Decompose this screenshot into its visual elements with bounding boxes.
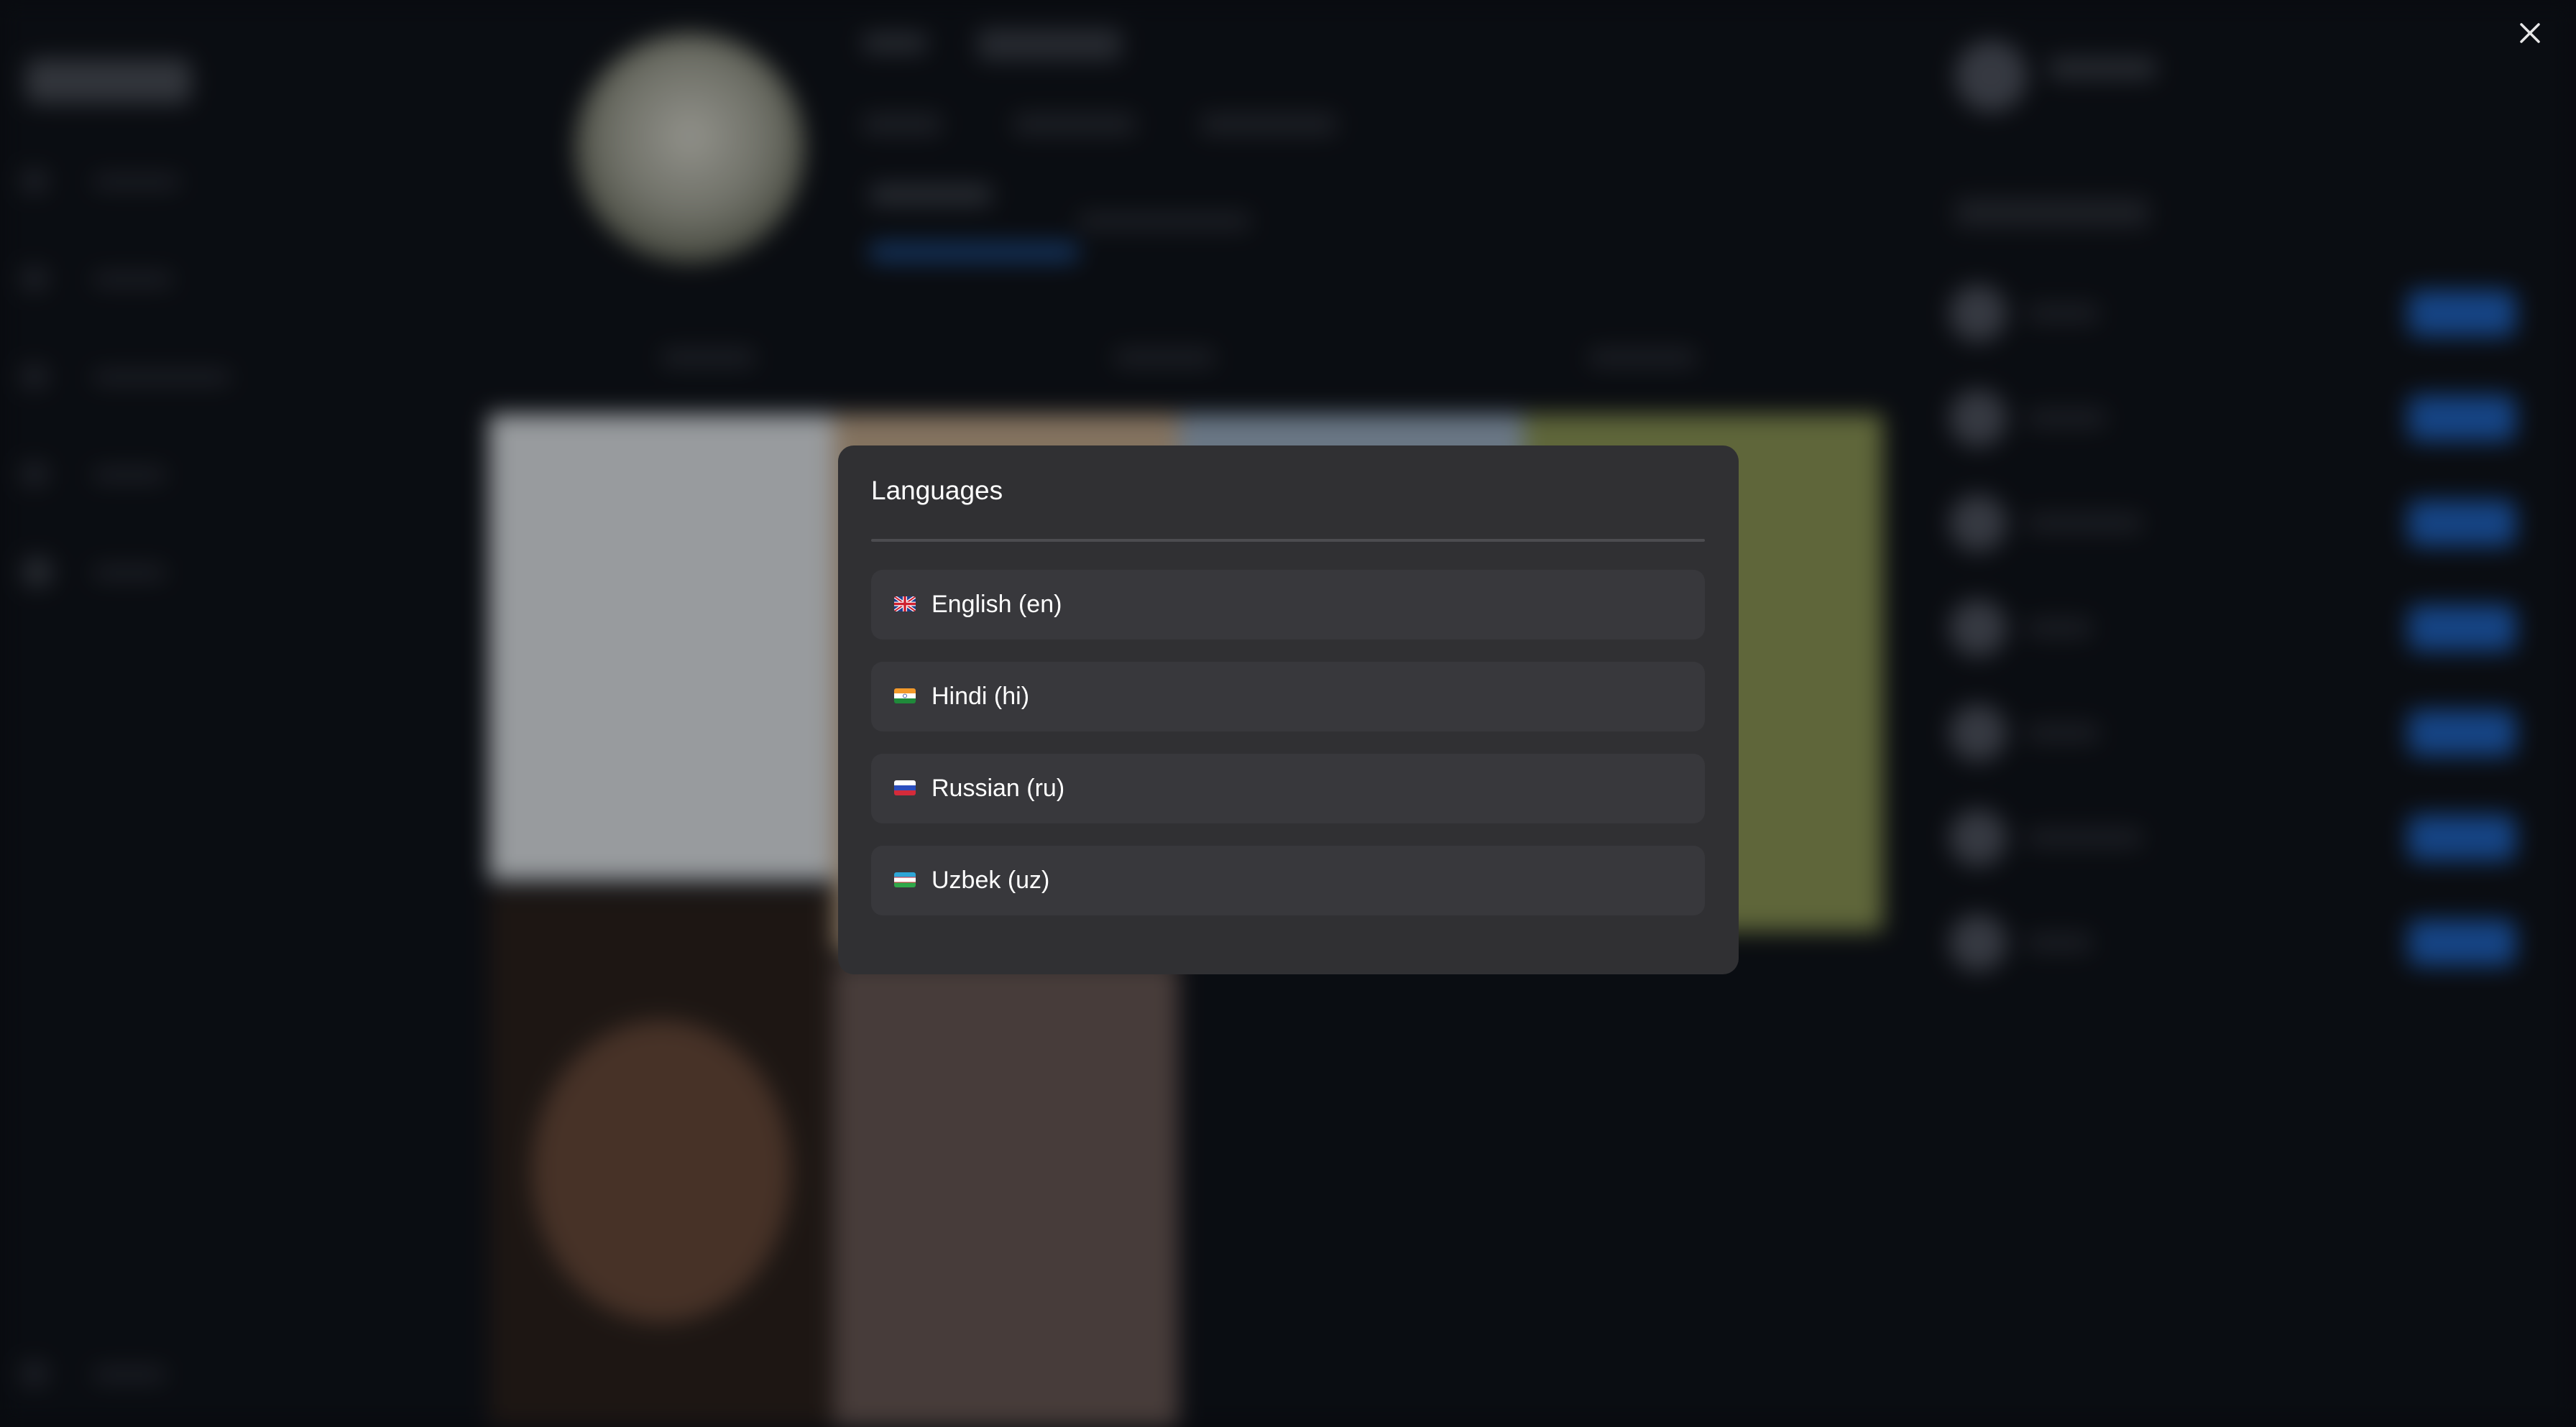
in-flag-icon [894, 688, 916, 703]
uz-flag-icon [894, 872, 916, 887]
dialog-title: Languages [871, 476, 1003, 505]
divider [871, 539, 1705, 542]
language-label: Hindi (hi) [932, 683, 1030, 710]
language-option-en[interactable]: English (en) [871, 570, 1705, 639]
language-option-uz[interactable]: Uzbek (uz) [871, 846, 1705, 915]
gb-flag-icon [894, 596, 916, 611]
language-label: Russian (ru) [932, 775, 1065, 802]
languages-dialog: Languages English (en) Hindi (hi) Russia… [838, 445, 1739, 974]
close-icon [2520, 23, 2540, 43]
ru-flag-icon [894, 780, 916, 795]
language-option-ru[interactable]: Russian (ru) [871, 754, 1705, 823]
language-option-hi[interactable]: Hindi (hi) [871, 662, 1705, 731]
language-label: English (en) [932, 591, 1062, 618]
close-button[interactable] [2514, 17, 2546, 49]
language-label: Uzbek (uz) [932, 867, 1050, 894]
